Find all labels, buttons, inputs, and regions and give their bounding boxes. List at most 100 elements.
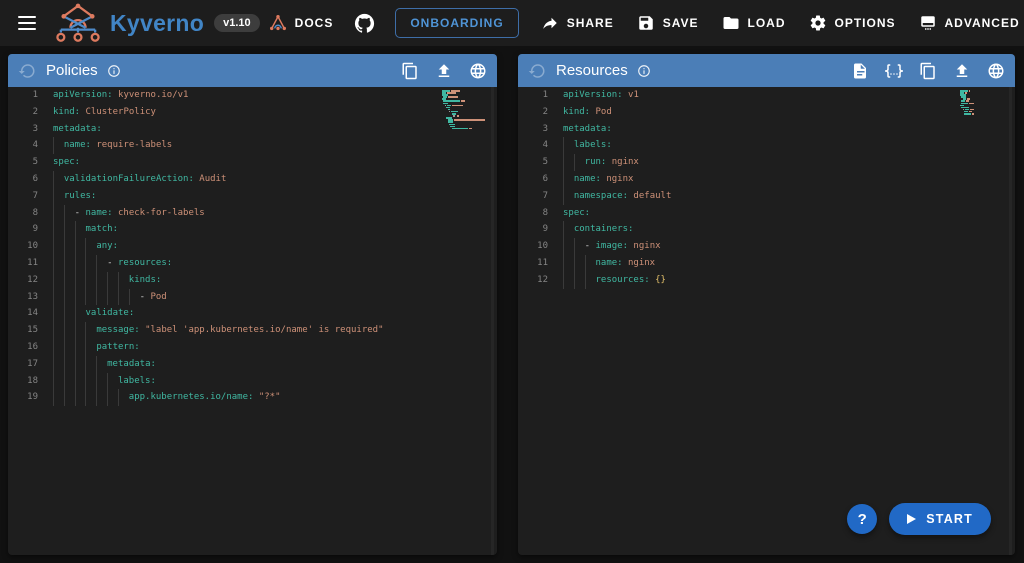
code-line[interactable]: 17metadata: — [8, 356, 497, 373]
upload-button[interactable] — [953, 62, 971, 80]
policies-header: Policies — [8, 54, 497, 87]
code-line[interactable]: 6name: nginx — [518, 171, 1015, 188]
code-text: app.kubernetes.io/name: "?*" — [53, 389, 281, 406]
line-number: 15 — [8, 322, 38, 339]
code-line[interactable]: 10- image: nginx — [518, 238, 1015, 255]
panel-title: Policies — [46, 62, 98, 79]
upload-button[interactable] — [435, 62, 453, 80]
code-line[interactable]: 8- name: check-for-labels — [8, 205, 497, 222]
code-line[interactable]: 19app.kubernetes.io/name: "?*" — [8, 389, 497, 406]
kyverno-logo — [54, 3, 102, 43]
load-button[interactable]: LOAD — [713, 6, 795, 40]
code-line[interactable]: 4labels: — [518, 137, 1015, 154]
save-label: SAVE — [663, 16, 699, 30]
code-line[interactable]: 16pattern: — [8, 339, 497, 356]
line-number: 18 — [8, 373, 38, 390]
restore-icon — [528, 62, 546, 80]
code-line[interactable]: 14validate: — [8, 305, 497, 322]
policies-editor[interactable]: 1apiVersion: kyverno.io/v12kind: Cluster… — [8, 87, 497, 555]
code-line[interactable]: 11name: nginx — [518, 255, 1015, 272]
code-line[interactable]: 5run: nginx — [518, 154, 1015, 171]
minimap[interactable] — [442, 90, 497, 130]
question-mark-icon: ? — [858, 511, 867, 528]
code-line[interactable]: 1apiVersion: kyverno.io/v1 — [8, 87, 497, 104]
kyverno-docs-icon — [269, 14, 287, 32]
resources-editor[interactable]: 1 apiVersion: v12kind: Pod3metadata:4labe… — [518, 87, 1015, 555]
upload-icon — [435, 62, 453, 80]
docs-button[interactable]: DOCS — [260, 6, 343, 40]
code-line[interactable]: 9containers: — [518, 221, 1015, 238]
panel-title: Resources — [556, 62, 628, 79]
help-button[interactable]: ? — [847, 504, 877, 534]
code-line[interactable]: 11 - resources: — [8, 255, 497, 272]
copy-button[interactable] — [401, 62, 419, 80]
code-line[interactable]: 5spec: — [8, 154, 497, 171]
brand[interactable]: Kyverno v1.10 — [54, 3, 260, 43]
code-line[interactable]: 6validationFailureAction: Audit — [8, 171, 497, 188]
line-number: 10 — [8, 238, 38, 255]
menu-button[interactable] — [12, 10, 42, 36]
upload-icon — [953, 62, 971, 80]
examples-button[interactable] — [987, 62, 1005, 80]
options-button[interactable]: OPTIONS — [800, 6, 905, 40]
code-text: kind: ClusterPolicy — [53, 104, 156, 121]
line-number: 6 — [518, 171, 548, 188]
github-button[interactable] — [347, 4, 382, 43]
template-button[interactable] — [851, 62, 869, 80]
version-badge: v1.10 — [214, 14, 260, 32]
save-button[interactable]: SAVE — [628, 6, 708, 40]
line-number: 11 — [8, 255, 38, 272]
code-line[interactable]: 10any: — [8, 238, 497, 255]
code-line[interactable]: 18labels: — [8, 373, 497, 390]
start-button[interactable]: START — [889, 503, 991, 535]
code-line[interactable]: 9match: — [8, 221, 497, 238]
code-line[interactable]: 2kind: ClusterPolicy — [8, 104, 497, 121]
minimap[interactable] — [960, 90, 1015, 115]
main-content: Policies — [8, 54, 1015, 555]
globe-icon — [987, 62, 1005, 80]
code-line[interactable]: 13- Pod — [8, 289, 497, 306]
copy-button[interactable] — [919, 62, 937, 80]
globe-icon — [469, 62, 487, 80]
console-icon — [919, 14, 937, 32]
code-text: name: nginx — [563, 255, 655, 272]
restore-button[interactable] — [528, 62, 546, 80]
examples-button[interactable] — [469, 62, 487, 80]
line-number: 12 — [8, 272, 38, 289]
onboarding-button[interactable]: ONBOARDING — [395, 8, 518, 38]
line-number: 4 — [518, 137, 548, 154]
code-line[interactable]: 1 apiVersion: v1 — [518, 87, 1015, 104]
code-text: validate: — [53, 305, 134, 322]
code-line[interactable]: 8spec: — [518, 205, 1015, 222]
code-line[interactable]: 7namespace: default — [518, 188, 1015, 205]
code-text: - resources: — [53, 255, 172, 272]
code-text: metadata: — [53, 356, 156, 373]
code-json-button[interactable] — [885, 62, 903, 80]
line-number: 9 — [8, 221, 38, 238]
line-number: 2 — [518, 104, 548, 121]
code-text: name: require-labels — [53, 137, 172, 154]
code-line[interactable]: 4 name: require-labels — [8, 137, 497, 154]
restore-button[interactable] — [18, 62, 36, 80]
line-number: 1 — [518, 87, 548, 104]
code-line[interactable]: 12kinds: — [8, 272, 497, 289]
share-button[interactable]: SHARE — [532, 6, 623, 40]
line-number: 4 — [8, 137, 38, 154]
code-line[interactable]: 3metadata: — [518, 121, 1015, 138]
code-text: pattern: — [53, 339, 140, 356]
code-line[interactable]: 12resources: {} — [518, 272, 1015, 289]
code-line[interactable]: 2kind: Pod — [518, 104, 1015, 121]
info-button[interactable] — [107, 64, 121, 78]
advanced-button[interactable]: ADVANCED — [910, 6, 1024, 40]
code-line[interactable]: 7rules: — [8, 188, 497, 205]
policies-panel: Policies — [8, 54, 497, 555]
menu-icon — [18, 16, 36, 30]
code-line[interactable]: 15message: "label 'app.kubernetes.io/nam… — [8, 322, 497, 339]
code-text: containers: — [563, 221, 633, 238]
code-line[interactable]: 3metadata: — [8, 121, 497, 138]
code-text: spec: — [563, 205, 590, 222]
line-number: 10 — [518, 238, 548, 255]
code-text: apiVersion: v1 — [563, 87, 639, 104]
code-lines: 1apiVersion: kyverno.io/v12kind: Cluster… — [8, 87, 497, 406]
info-button[interactable] — [637, 64, 651, 78]
